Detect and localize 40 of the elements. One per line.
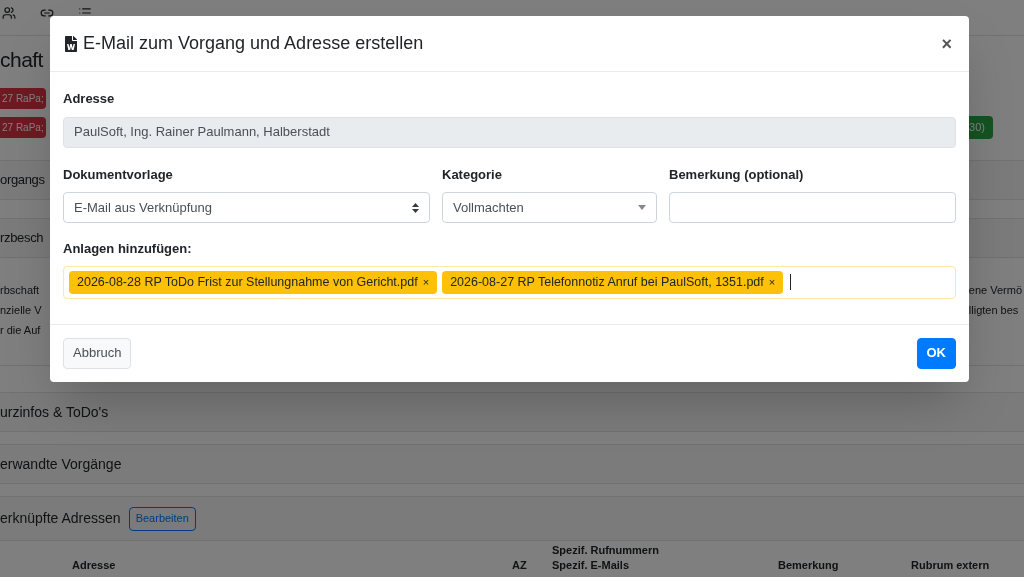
remark-input[interactable]: [669, 192, 956, 223]
field-label: Kategorie: [442, 165, 503, 184]
column-header: Bemerkung: [778, 558, 840, 573]
panel-header[interactable]: erwandte Vorgänge: [0, 444, 1024, 484]
attachment-tag: 2026-08-27 RP Telefonnotiz Anruf bei PaulSoft, 1351.pdf ×: [442, 270, 784, 294]
close-button[interactable]: ×: [937, 34, 956, 53]
sort-arrows-icon: [412, 202, 419, 213]
column-header: AZ: [512, 558, 528, 573]
text-cursor: [790, 274, 792, 290]
address-field: PaulSoft, Ing. Rainer Paulmann, Halberstadt: [63, 116, 956, 148]
panel-header[interactable]: urzinfos & ToDo's: [0, 392, 1024, 432]
remove-tag-button[interactable]: ×: [422, 273, 430, 291]
field-label: Dokumentvorlage: [63, 165, 174, 184]
description-text: nzielle V: [0, 303, 42, 318]
page-heading: chaft: [0, 47, 43, 74]
status-badge: 27 RaPa;: [0, 117, 46, 138]
status-badge: 27 RaPa;: [0, 88, 46, 109]
description-text: ene Vermö: [968, 283, 1022, 298]
column-header: Adresse: [72, 558, 117, 573]
dialog-title: E-Mail zum Vorgang und Adresse erstellen: [83, 32, 424, 55]
attachments-input[interactable]: 2026-08-28 RP ToDo Frist zur Stellungnahme von Gericht.pdf × 2026-08-27 RP Telefonnotiz Anruf bei PaulSoft, 1351.pdf ×: [63, 265, 956, 299]
caret-down-icon: [638, 205, 646, 210]
cancel-button[interactable]: Abbruch: [63, 337, 132, 369]
column-header: Spezif. Rufnummern Spezif. E-Mails: [552, 543, 660, 573]
word-document-icon: [63, 35, 79, 52]
people-icon[interactable]: [2, 6, 16, 20]
description-text: r die Auf: [0, 323, 42, 338]
template-select[interactable]: E-Mail aus Verknüpfung: [63, 192, 430, 223]
remove-tag-button[interactable]: ×: [768, 273, 776, 291]
panel-title: erknüpfte Adressen: [0, 509, 121, 528]
ok-button[interactable]: OK: [916, 337, 956, 369]
attachment-tag: 2026-08-28 RP ToDo Frist zur Stellungnahme von Gericht.pdf ×: [69, 270, 438, 294]
column-header: Rubrum extern: [911, 558, 991, 573]
link-icon[interactable]: [40, 6, 54, 20]
field-label: Anlagen hinzufügen:: [63, 240, 193, 258]
field-label: Bemerkung (optional): [669, 165, 805, 184]
description-text: rbschaft: [0, 283, 41, 298]
category-dropdown[interactable]: Vollmachten: [442, 192, 657, 223]
field-label: Adresse: [63, 90, 116, 108]
description-text: lligten bes: [968, 303, 1020, 318]
